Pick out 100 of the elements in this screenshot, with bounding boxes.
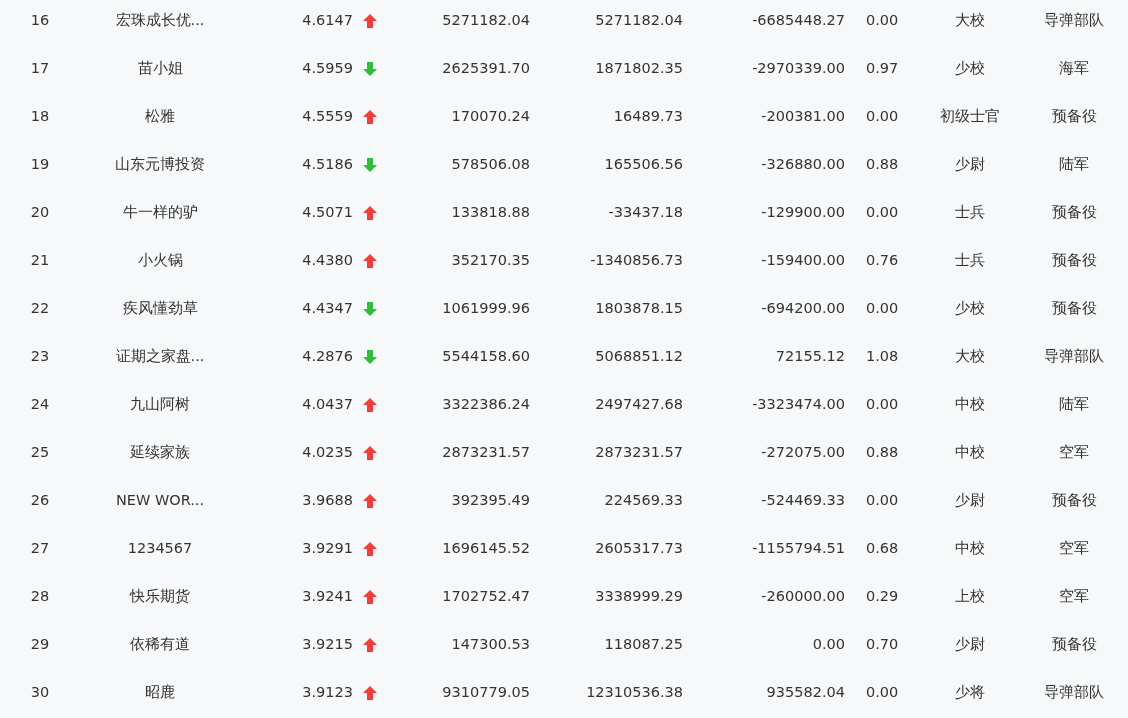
table-cell-text: 133818.88 [451,203,530,223]
table-cell-text: -524469.33 [761,491,845,511]
table-cell-text: -1340856.73 [590,251,683,271]
table-cell-text: -2970339.00 [752,59,845,79]
name-cell-text: 松雅 [145,107,175,127]
down-arrow-icon [362,61,378,77]
table-cell-text: 0.88 [866,443,899,463]
table-cell-text: -6685448.27 [752,11,845,31]
branch-cell-text: 预备役 [1051,635,1097,655]
branch-cell-text: 预备役 [1051,251,1097,271]
table-cell-text: 0.97 [866,59,899,79]
table-cell-text: 3322386.24 [442,395,530,415]
table-cell-text: 16489.73 [613,107,683,127]
table-cell-text: -200381.00 [761,107,845,127]
table-cell-text: 1702752.47 [442,587,530,607]
rank-cell-text: 18 [30,107,50,127]
table-cell-text: 12310536.38 [586,683,683,703]
table-cell-text: 72155.12 [775,347,845,367]
rank-title-cell-text: 上校 [955,587,985,607]
rank-title-cell-text: 少校 [955,59,985,79]
rank-title-cell-text: 大校 [955,11,985,31]
branch-cell-text: 海军 [1059,59,1089,79]
branch-cell-text: 陆军 [1059,155,1089,175]
rank-cell-text: 30 [30,683,50,703]
table-cell-text: 0.00 [866,299,899,319]
table-cell-text: -1155794.51 [752,539,845,559]
score-cell-text: 4.4380 [302,251,353,271]
table-cell-text: 3338999.29 [595,587,683,607]
branch-cell-text: 预备役 [1051,203,1097,223]
branch-cell-text: 导弹部队 [1044,347,1104,367]
table-cell-text: -694200.00 [761,299,845,319]
score-cell-text: 4.5959 [302,59,353,79]
table-cell-text: -260000.00 [761,587,845,607]
rank-cell-text: 27 [30,539,50,559]
rank-title-cell-text: 少尉 [955,155,985,175]
name-cell-text: 昭鹿 [145,683,175,703]
name-cell-text: 小火锅 [137,251,183,271]
table-cell-text: -326880.00 [761,155,845,175]
table-cell-text: 0.88 [866,155,899,175]
name-cell-text: 山东元博投资 [115,155,205,175]
name-cell-text: 牛一样的驴 [122,203,198,223]
score-cell-text: 4.5186 [302,155,353,175]
rank-title-cell-text: 中校 [955,395,985,415]
table-cell-text: 1696145.52 [442,539,530,559]
table-cell-text: 2873231.57 [595,443,683,463]
table-cell-text: -3323474.00 [752,395,845,415]
score-cell-text: 4.2876 [302,347,353,367]
up-arrow-icon [362,253,378,269]
up-arrow-icon [362,541,378,557]
table-cell-text: 2497427.68 [595,395,683,415]
table-cell-text: 1061999.96 [442,299,530,319]
table-cell-text: 0.00 [866,203,899,223]
rank-cell-text: 26 [30,491,50,511]
branch-cell-text: 导弹部队 [1044,683,1104,703]
name-cell-text: 快乐期货 [130,587,190,607]
score-cell-text: 4.0437 [302,395,353,415]
rank-cell-text: 23 [30,347,50,367]
table-cell-text: 9310779.05 [442,683,530,703]
rank-cell-text: 20 [30,203,50,223]
table-cell-text: 0.00 [866,491,899,511]
table-cell-text: -33437.18 [608,203,683,223]
branch-cell-text: 导弹部队 [1044,11,1104,31]
score-cell-text: 3.9123 [302,683,353,703]
table-cell-text: 118087.25 [604,635,683,655]
table-cell-text: 0.29 [866,587,899,607]
name-cell-text: 疾风懂劲草 [122,299,198,319]
up-arrow-icon [362,493,378,509]
up-arrow-icon [362,205,378,221]
rank-title-cell-text: 大校 [955,347,985,367]
name-cell-text: 九山阿树 [130,395,190,415]
table-cell-text: 2625391.70 [442,59,530,79]
name-cell-text: 延续家族 [130,443,190,463]
branch-cell-text: 空军 [1059,539,1089,559]
score-cell-text: 3.9215 [302,635,353,655]
table-cell-text: -129900.00 [761,203,845,223]
score-cell-text: 4.6147 [302,11,353,31]
rank-cell-text: 24 [30,395,50,415]
up-arrow-icon [362,685,378,701]
table-cell-text: 392395.49 [451,491,530,511]
up-arrow-icon [362,13,378,29]
name-cell-text: 苗小姐 [137,59,183,79]
table-cell-text: 0.00 [812,635,845,655]
rank-title-cell-text: 少将 [955,683,985,703]
rank-title-cell-text: 士兵 [955,251,985,271]
up-arrow-icon [362,589,378,605]
table-cell-text: 224569.33 [604,491,683,511]
table-cell-text: 5544158.60 [442,347,530,367]
score-cell-text: 4.5071 [302,203,353,223]
up-arrow-icon [362,109,378,125]
score-cell-text: 3.9241 [302,587,353,607]
up-arrow-icon [362,445,378,461]
table-cell-text: 352170.35 [451,251,530,271]
name-cell-text: 依稀有道 [130,635,190,655]
table-cell-text: 935582.04 [766,683,845,703]
rank-cell-text: 22 [30,299,50,319]
up-arrow-icon [362,397,378,413]
rank-cell-text: 29 [30,635,50,655]
down-arrow-icon [362,157,378,173]
table-cell-text: 0.76 [866,251,899,271]
rank-cell-text: 16 [30,11,50,31]
